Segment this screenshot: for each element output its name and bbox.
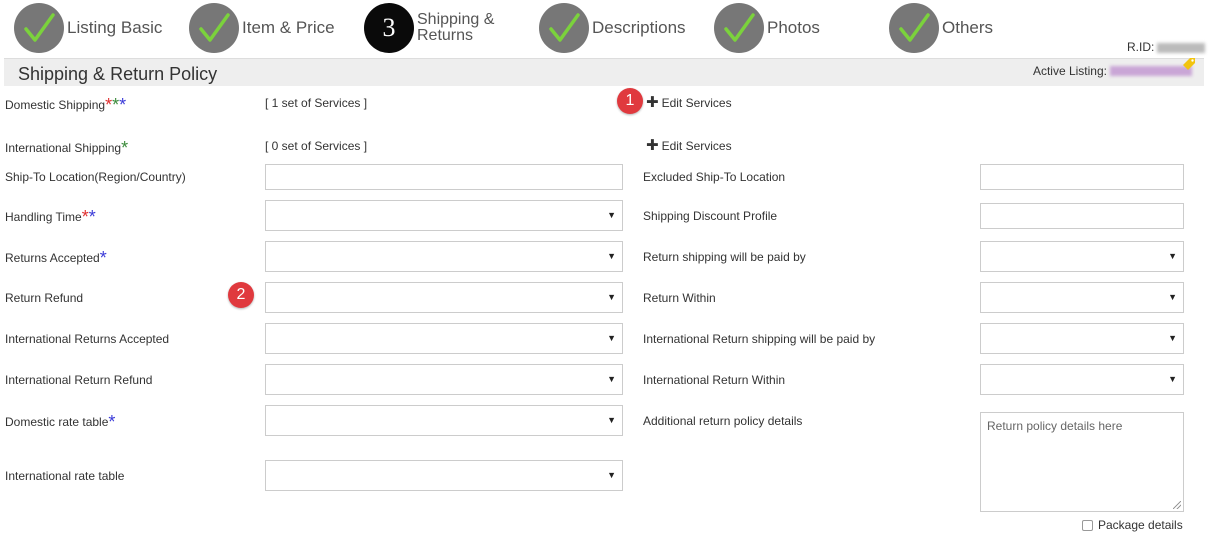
step-others[interactable]: Others [889,3,993,53]
intl-return-shipping-paid-label: International Return shipping will be pa… [643,332,876,346]
tag-icon [1183,58,1195,70]
domestic-rate-table-select[interactable]: ▼ [265,405,623,436]
domestic-shipping-label: Domestic Shipping*** [5,95,127,115]
excluded-ship-to-label: Excluded Ship-To Location [643,170,786,184]
domestic-services-count: [ 1 set of Services ] [265,96,368,110]
record-id-label: R.ID: [1127,40,1155,54]
additional-details-label: Additional return policy details [643,414,803,428]
return-shipping-paid-label: Return shipping will be paid by [643,250,806,264]
domestic-edit-services-link[interactable]: ✚ Edit Services [646,94,732,111]
section-header: Shipping & Return Policy Active Listing: [4,58,1204,86]
step-label: Item & Price [242,18,335,37]
chevron-down-icon: ▼ [607,332,616,343]
plus-icon: ✚ [646,137,659,154]
step-label: Photos [767,18,820,37]
step-number: 3 [364,3,414,53]
step-label: Descriptions [592,18,686,37]
package-details-label: Package details [1098,518,1183,532]
required-asterisk: * [99,248,107,268]
ship-to-location-input[interactable] [265,164,623,190]
callout-badge-1: 1 [617,88,643,114]
return-shipping-paid-select[interactable]: ▼ [980,241,1184,272]
chevron-down-icon: ▼ [1168,373,1177,384]
check-icon [14,3,64,53]
intl-rate-table-select[interactable]: ▼ [265,460,623,491]
international-edit-services-link[interactable]: ✚ Edit Services [646,137,732,154]
domestic-rate-table-label: Domestic rate table* [5,412,116,432]
step-label: Shipping & Returns [417,12,494,44]
record-id-value-redacted [1157,42,1206,53]
chevron-down-icon: ▼ [607,414,616,425]
returns-accepted-select[interactable]: ▼ [265,241,623,272]
step-item-price[interactable]: Item & Price [189,3,335,53]
plus-icon: ✚ [646,94,659,111]
step-label-line2: Returns [417,27,474,44]
step-label: Others [942,18,994,37]
section-title: Shipping & Return Policy [18,64,218,84]
handling-time-label: Handling Time** [5,207,96,227]
intl-return-refund-label: International Return Refund [5,373,153,387]
international-services-count: [ 0 set of Services ] [265,139,368,153]
active-listing-label: Active Listing: [1032,64,1107,78]
chevron-down-icon: ▼ [607,250,616,261]
handling-time-select[interactable]: ▼ [265,200,623,231]
step-label-line1: Shipping & [417,11,495,28]
additional-details-textarea[interactable]: Return policy details here [980,412,1184,512]
chevron-down-icon: ▼ [607,291,616,302]
required-asterisk: * [119,95,127,115]
chevron-down-icon: ▼ [607,373,616,384]
excluded-ship-to-input[interactable] [980,164,1184,190]
required-asterisk: * [121,138,129,158]
chevron-down-icon: ▼ [607,209,616,220]
package-details-option[interactable]: Package details [1082,518,1183,532]
international-shipping-label: International Shipping* [5,138,129,158]
shipping-discount-input[interactable] [980,203,1184,229]
check-icon [539,3,589,53]
step-label: Listing Basic [67,18,163,37]
edit-services-label: Edit Services [661,96,732,110]
required-asterisk: * [88,207,96,227]
intl-returns-accepted-label: International Returns Accepted [5,332,170,346]
returns-accepted-label: Returns Accepted* [5,248,107,268]
intl-return-refund-select[interactable]: ▼ [265,364,623,395]
chevron-down-icon: ▼ [1168,332,1177,343]
active-listing-value-redacted [1110,66,1192,76]
edit-services-label: Edit Services [661,139,732,153]
step-shipping-returns[interactable]: 3 Shipping & Returns [364,3,494,53]
callout-badge-2: 2 [228,282,254,308]
ship-to-location-label: Ship-To Location(Region/Country) [5,170,186,184]
intl-return-shipping-paid-select[interactable]: ▼ [980,323,1184,354]
required-asterisk: * [81,207,89,227]
chevron-down-icon: ▼ [1168,291,1177,302]
textarea-placeholder: Return policy details here [987,419,1123,433]
intl-rate-table-label: International rate table [5,469,125,483]
check-icon [714,3,764,53]
intl-return-within-select[interactable]: ▼ [980,364,1184,395]
step-photos[interactable]: Photos [714,3,820,53]
record-id: R.ID: [1127,40,1206,54]
chevron-down-icon: ▼ [1168,250,1177,261]
package-details-checkbox[interactable] [1082,519,1093,531]
check-icon [889,3,939,53]
required-asterisk: * [108,412,116,432]
return-refund-select[interactable]: ▼ [265,282,623,313]
step-descriptions[interactable]: Descriptions [539,3,686,53]
active-listing: Active Listing: [1033,64,1192,78]
resize-grip-icon[interactable] [1173,501,1181,509]
return-refund-label: Return Refund [5,291,84,305]
return-within-label: Return Within [643,291,716,305]
shipping-discount-label: Shipping Discount Profile [643,209,778,223]
step-listing-basic[interactable]: Listing Basic [14,3,162,53]
check-icon [189,3,239,53]
return-within-select[interactable]: ▼ [980,282,1184,313]
chevron-down-icon: ▼ [607,469,616,480]
intl-returns-accepted-select[interactable]: ▼ [265,323,623,354]
intl-return-within-label: International Return Within [643,373,786,387]
